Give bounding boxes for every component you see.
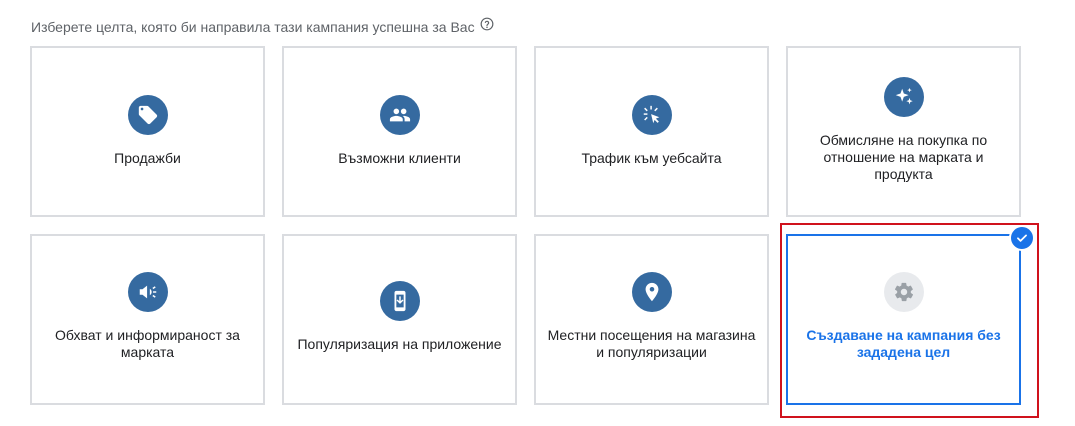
goal-label-sales: Продажби [114, 150, 181, 166]
sparkle-icon [883, 77, 924, 117]
sale-tag-icon [127, 95, 168, 135]
goal-label-brand-awareness: Обхват и информираност за марката [55, 327, 240, 360]
cursor-click-icon [631, 95, 672, 135]
goal-card-leads[interactable]: Възможни клиенти [282, 46, 517, 217]
goal-heading-text: Изберете целта, която би направила тази … [31, 19, 475, 35]
goal-selection-panel: Изберете целта, която би направила тази … [0, 0, 1075, 426]
people-icon [379, 95, 420, 135]
goal-card-no-goal[interactable]: Създаване на кампания без зададена цел [786, 234, 1021, 405]
goal-label-leads: Възможни клиенти [338, 150, 461, 166]
goal-label-consideration: Обмисляне на покупка по отношение на мар… [819, 132, 988, 182]
goal-card-brand-awareness[interactable]: Обхват и информираност за марката [30, 234, 265, 405]
goal-label-local-visits: Местни посещения на магазина и популяриз… [547, 327, 756, 360]
gear-icon [883, 272, 924, 312]
goal-card-sales[interactable]: Продажби [30, 46, 265, 217]
goal-card-local-visits[interactable]: Местни посещения на магазина и популяриз… [534, 234, 769, 405]
goal-card-consideration[interactable]: Обмисляне на покупка по отношение на мар… [786, 46, 1021, 217]
goal-label-app-promotion: Популяризация на приложение [297, 336, 502, 352]
goal-label-no-goal: Създаване на кампания без зададена цел [806, 327, 1001, 360]
goal-label-website-traffic: Трафик към уебсайта [581, 150, 722, 166]
goal-heading: Изберете целта, която би направила тази … [31, 17, 494, 35]
mobile-app-icon [379, 281, 420, 321]
help-circle-icon[interactable] [480, 17, 494, 31]
megaphone-icon [127, 272, 168, 312]
check-icon [1009, 225, 1035, 251]
goal-card-website-traffic[interactable]: Трафик към уебсайта [534, 46, 769, 217]
goal-card-app-promotion[interactable]: Популяризация на приложение [282, 234, 517, 405]
location-pin-icon [631, 272, 672, 312]
